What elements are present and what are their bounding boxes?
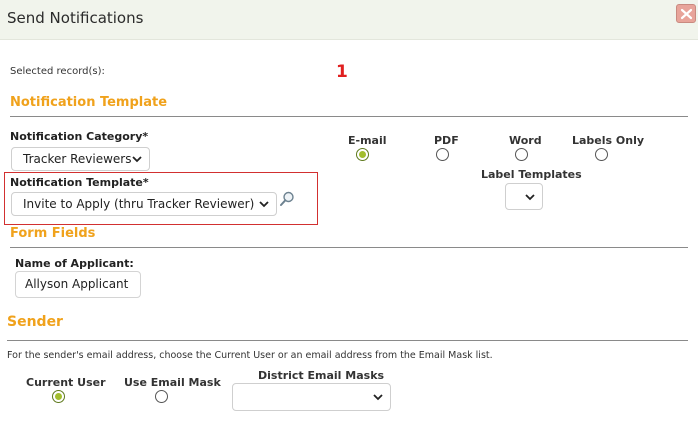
notification-template-label: Notification Template* xyxy=(10,176,149,189)
close-button[interactable] xyxy=(676,4,696,23)
pdf-option-radio[interactable] xyxy=(436,148,449,161)
use-email-mask-option-label: Use Email Mask xyxy=(124,376,221,389)
chevron-down-icon xyxy=(373,394,383,401)
notification-category-select[interactable]: Tracker Reviewers xyxy=(11,147,150,171)
label-templates-label: Label Templates xyxy=(481,168,582,181)
notification-category-label: Notification Category* xyxy=(10,130,149,143)
section-divider xyxy=(10,247,688,248)
chevron-down-icon xyxy=(132,156,142,163)
label-templates-select[interactable] xyxy=(505,183,543,210)
labels-only-option-label: Labels Only xyxy=(572,134,645,147)
chevron-down-icon xyxy=(259,201,269,208)
current-user-option-label: Current User xyxy=(26,376,106,389)
labels-only-option-radio[interactable] xyxy=(595,148,608,161)
word-option-radio[interactable] xyxy=(515,148,528,161)
magnifier-icon[interactable] xyxy=(279,191,295,207)
district-email-masks-select[interactable] xyxy=(232,383,391,411)
use-email-mask-option-radio[interactable] xyxy=(155,390,168,403)
notification-template-value: Invite to Apply (thru Tracker Reviewer) xyxy=(23,197,255,211)
email-option-label: E-mail xyxy=(348,134,387,147)
close-icon xyxy=(680,8,693,20)
word-option-label: Word xyxy=(509,134,542,147)
selected-records-label: Selected record(s): xyxy=(10,66,105,77)
dialog-titlebar: Send Notifications xyxy=(0,0,698,40)
selected-records-count: 1 xyxy=(336,62,348,82)
section-divider xyxy=(10,116,688,117)
chevron-down-icon xyxy=(525,194,535,201)
notification-template-select[interactable]: Invite to Apply (thru Tracker Reviewer) xyxy=(11,192,277,216)
notification-template-section-title: Notification Template xyxy=(10,95,168,110)
district-email-masks-label: District Email Masks xyxy=(258,369,385,382)
sender-description: For the sender's email address, choose t… xyxy=(7,350,493,361)
sender-section-title: Sender xyxy=(7,314,63,330)
notification-category-value: Tracker Reviewers xyxy=(23,152,132,166)
dialog-title: Send Notifications xyxy=(7,9,144,27)
name-of-applicant-input[interactable]: Allyson Applicant xyxy=(15,271,141,298)
current-user-option-radio[interactable] xyxy=(52,390,65,403)
email-option-radio[interactable] xyxy=(356,148,369,161)
form-fields-section-title: Form Fields xyxy=(10,226,96,241)
name-of-applicant-label: Name of Applicant: xyxy=(15,257,134,270)
pdf-option-label: PDF xyxy=(434,134,459,147)
section-divider xyxy=(7,340,688,341)
